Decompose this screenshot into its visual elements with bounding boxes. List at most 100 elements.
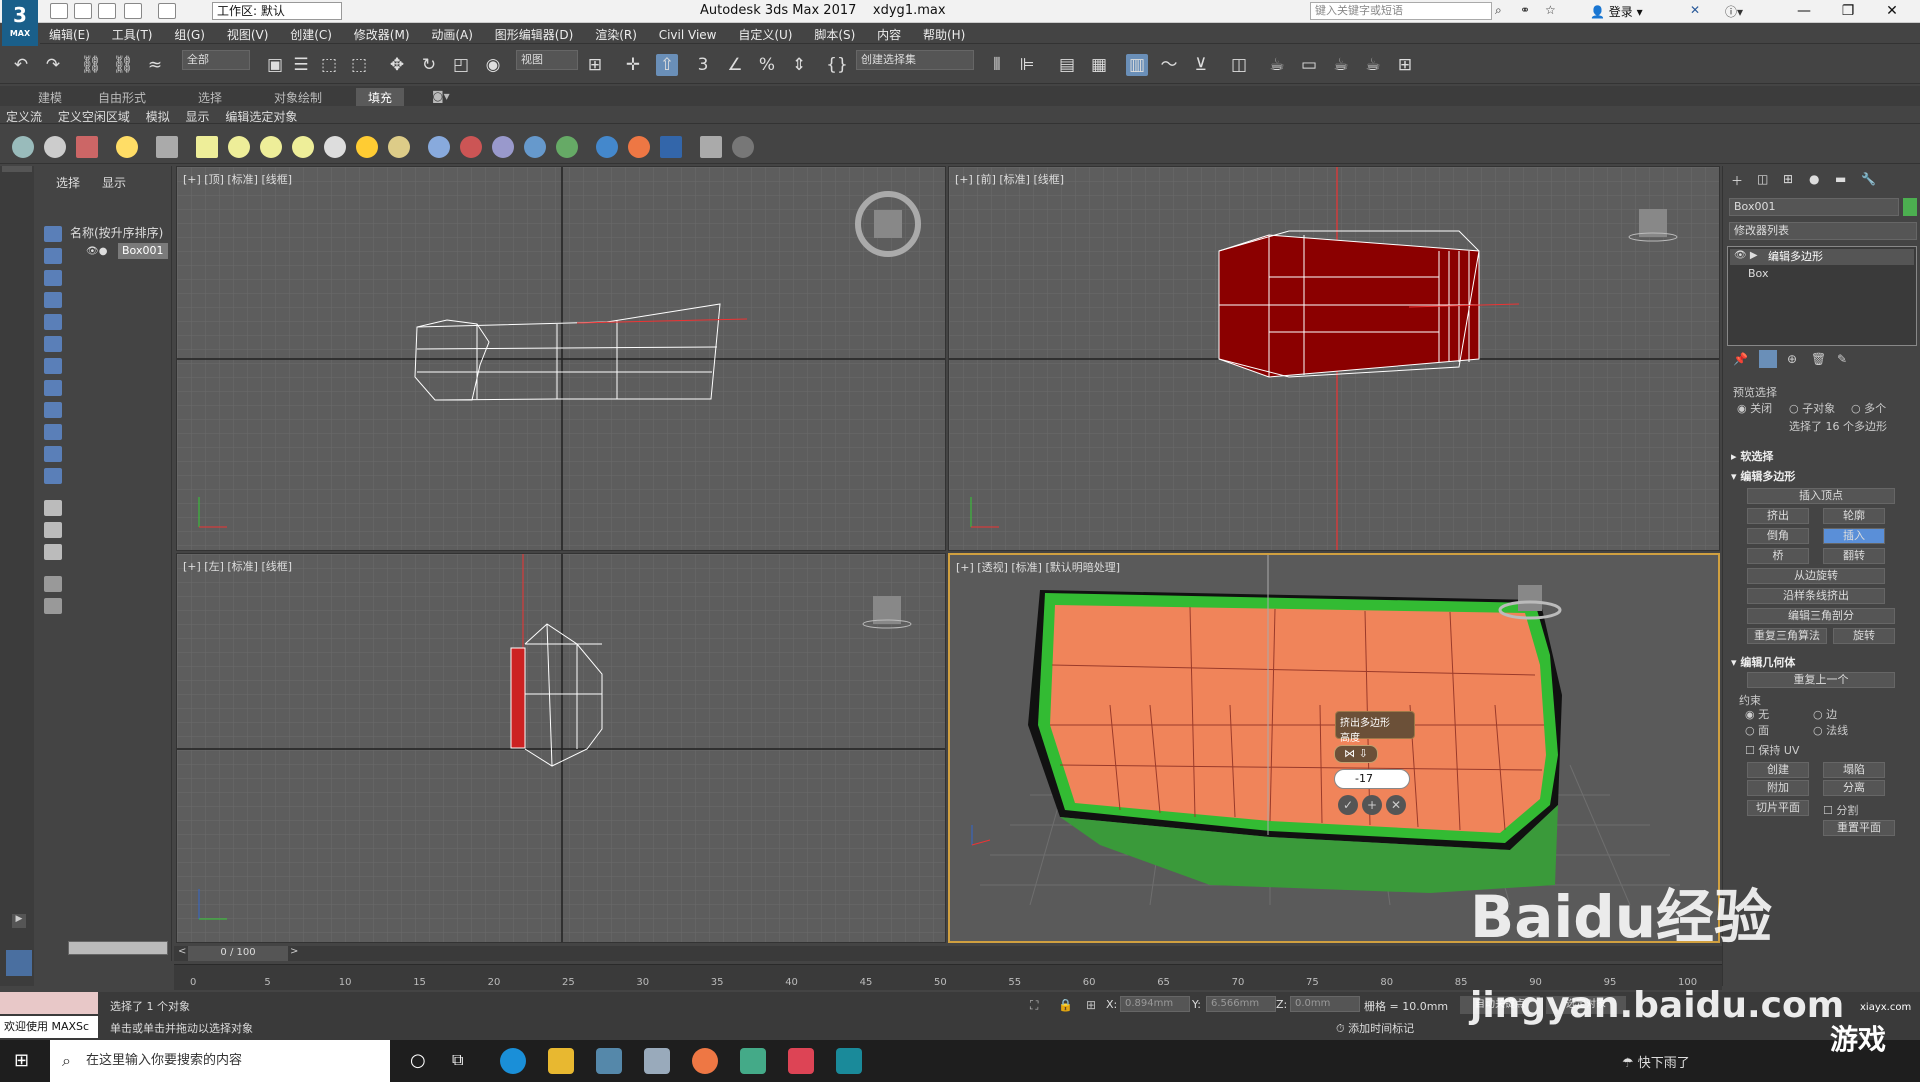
- unlink-icon[interactable]: ⛓: [112, 54, 134, 76]
- ribbon-options-icon[interactable]: ◙▾: [420, 88, 462, 106]
- render-cloud-icon[interactable]: ⊞: [1394, 54, 1416, 76]
- menu-create[interactable]: 创建(C): [281, 23, 341, 46]
- open-file-icon[interactable]: [74, 3, 92, 19]
- display-tab-icon[interactable]: ▬: [1835, 172, 1846, 186]
- box-icon[interactable]: [196, 136, 218, 158]
- edit-triangulation-button[interactable]: 编辑三角剖分: [1747, 608, 1895, 624]
- viewport-persp-label[interactable]: [+] [透视] [标准] [默认明暗处理]: [956, 559, 1120, 575]
- repeat-last-button[interactable]: 重复上一个: [1747, 672, 1895, 688]
- menu-views[interactable]: 视图(V): [218, 23, 278, 46]
- preview-radio-off[interactable]: ◉ 关闭: [1737, 400, 1772, 416]
- cone-icon[interactable]: [324, 136, 346, 158]
- caddy-apply-icon[interactable]: +: [1362, 795, 1382, 815]
- rect-selection-icon[interactable]: ⬚: [318, 54, 340, 76]
- menu-modifiers[interactable]: 修改器(M): [345, 23, 419, 46]
- outline-button[interactable]: 轮廓: [1823, 508, 1885, 524]
- make-unique-icon[interactable]: ⊕: [1787, 352, 1797, 366]
- remove-modifier-icon[interactable]: 🗑: [1811, 352, 1826, 366]
- filter-bones-icon[interactable]: [44, 402, 62, 418]
- maximize-button[interactable]: ❐: [1826, 0, 1870, 23]
- close-button[interactable]: ✕: [1870, 0, 1914, 23]
- constraint-face-radio[interactable]: ○ 面: [1745, 722, 1769, 738]
- reset-plane-button[interactable]: 重置平面: [1823, 820, 1895, 836]
- create-tab-icon[interactable]: ＋: [1731, 172, 1743, 189]
- camera-icon[interactable]: [156, 136, 178, 158]
- soft-selection-rollout[interactable]: ▸ 软选择: [1731, 448, 1773, 464]
- menu-tools[interactable]: 工具(T): [103, 23, 162, 46]
- hinge-button[interactable]: 从边旋转: [1747, 568, 1885, 584]
- select-object-icon[interactable]: ▣: [264, 54, 286, 76]
- preserve-uv-checkbox[interactable]: ☐ 保持 UV: [1745, 742, 1799, 758]
- spinner-snap-icon[interactable]: ⇕: [788, 54, 810, 76]
- teapot-prim-icon[interactable]: [292, 136, 314, 158]
- schematic-icon[interactable]: ⊻: [1190, 54, 1212, 76]
- menu-graph-editors[interactable]: 图形编辑器(D): [486, 23, 583, 46]
- taskbar-search-input[interactable]: 在这里输入你要搜索的内容: [50, 1040, 390, 1082]
- filter-xrefs-icon[interactable]: [44, 380, 62, 396]
- redo-icon[interactable]: ↷: [42, 54, 64, 76]
- edit-named-sel-icon[interactable]: {}: [826, 54, 848, 76]
- display-all-icon[interactable]: [44, 500, 62, 516]
- filter-shapes-icon[interactable]: [44, 248, 62, 264]
- menu-customize[interactable]: 自定义(U): [729, 23, 801, 46]
- undo-icon[interactable]: ↶: [10, 54, 32, 76]
- constraint-normal-radio[interactable]: ○ 法线: [1813, 722, 1848, 738]
- bevel-button[interactable]: 倒角: [1747, 528, 1809, 544]
- app-icon-7[interactable]: [788, 1048, 814, 1074]
- ref-coord-dropdown[interactable]: 视图: [516, 50, 578, 70]
- object-name-field[interactable]: Box001: [1729, 198, 1899, 216]
- login-button[interactable]: 👤 登录 ▾: [1590, 3, 1643, 20]
- eye-icon[interactable]: 👁●: [86, 246, 107, 257]
- scene-tab-select[interactable]: 选择: [56, 174, 80, 191]
- isolate-icon[interactable]: ⛶: [1030, 998, 1038, 1013]
- viewport-front[interactable]: [+] [前] [标准] [线框]: [948, 166, 1720, 551]
- viewport-left-label[interactable]: [+] [左] [标准] [线框]: [183, 558, 292, 574]
- question-icon[interactable]: [732, 136, 754, 158]
- display-invert-icon[interactable]: [44, 544, 62, 560]
- windows-start-icon[interactable]: ⊞: [14, 1050, 29, 1071]
- modifier-list-dropdown[interactable]: 修改器列表: [1729, 222, 1917, 240]
- help-icon[interactable]: ⓘ▾: [1725, 3, 1743, 20]
- caddy-height-input[interactable]: -17: [1334, 769, 1410, 789]
- place-icon[interactable]: ◉: [482, 54, 504, 76]
- tab-populate[interactable]: 填充: [356, 88, 405, 106]
- viewport-layout-icon[interactable]: [6, 950, 32, 976]
- retriangulate-button[interactable]: 重复三角算法: [1747, 628, 1827, 644]
- edge-browser-icon[interactable]: [500, 1048, 526, 1074]
- redo-icon[interactable]: [158, 3, 176, 19]
- object-color-swatch[interactable]: [1903, 198, 1917, 216]
- frame-indicator[interactable]: 0 / 100: [188, 946, 288, 961]
- task-view-icon[interactable]: ⧉: [452, 1050, 463, 1070]
- notepad-icon[interactable]: [740, 1048, 766, 1074]
- split-checkbox[interactable]: ☐ 分割: [1823, 802, 1858, 818]
- keyboard-shortcut-icon[interactable]: ⇧: [656, 54, 678, 76]
- dots-icon[interactable]: [628, 136, 650, 158]
- y-coord-field[interactable]: 6.566mm: [1206, 996, 1276, 1012]
- sphere-icon[interactable]: [228, 136, 250, 158]
- particle-icon[interactable]: [428, 136, 450, 158]
- minimize-button[interactable]: —: [1782, 0, 1826, 23]
- preview-radio-multi[interactable]: ○ 多个: [1851, 400, 1886, 416]
- teapot-icon[interactable]: [12, 136, 34, 158]
- menu-content[interactable]: 内容: [868, 23, 910, 46]
- z-coord-field[interactable]: 0.0mm: [1290, 996, 1360, 1012]
- constraint-edge-radio[interactable]: ○ 边: [1813, 706, 1837, 722]
- extrude-spline-button[interactable]: 沿样条线挤出: [1747, 588, 1885, 604]
- scene-explorer-icon[interactable]: ▥: [1126, 54, 1148, 76]
- 3dsmax-taskbar-icon[interactable]: [836, 1048, 862, 1074]
- mirror-icon[interactable]: ⫴: [986, 54, 1008, 76]
- next-frame-icon[interactable]: >: [290, 946, 298, 957]
- star-icon[interactable]: ☆: [1545, 3, 1556, 17]
- percent-snap-icon[interactable]: %: [756, 54, 778, 76]
- caddy-mode-toggle[interactable]: ⋈ ⇩: [1334, 745, 1378, 763]
- viewport-left[interactable]: [+] [左] [标准] [线框]: [176, 553, 946, 943]
- maxscript-welcome[interactable]: 欢迎使用 MAXSc: [0, 1016, 98, 1038]
- filter-helpers-icon[interactable]: [44, 314, 62, 330]
- menu-help[interactable]: 帮助(H): [914, 23, 974, 46]
- scene-scrollbar[interactable]: [68, 941, 168, 955]
- create-button[interactable]: 创建: [1747, 762, 1809, 778]
- ragdoll-icon[interactable]: [492, 136, 514, 158]
- bridge-button[interactable]: 桥: [1747, 548, 1809, 564]
- pivot-icon[interactable]: ⊞: [584, 54, 606, 76]
- render-frame-icon[interactable]: ▭: [1298, 54, 1320, 76]
